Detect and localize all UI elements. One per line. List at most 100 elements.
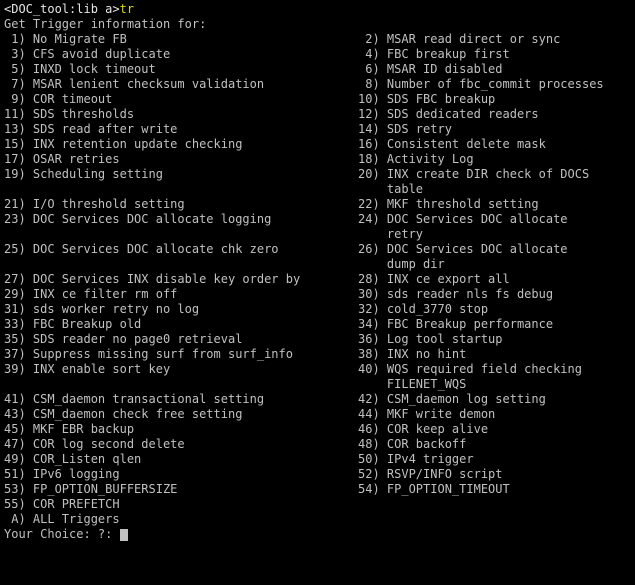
menu-item-right[interactable]: 44) MKF write demon xyxy=(358,407,495,422)
menu-row: 23) DOC Services DOC allocate logging24)… xyxy=(4,212,631,227)
menu-item-right[interactable]: 24) DOC Services DOC allocate xyxy=(358,212,568,227)
menu-item-left[interactable]: 51) IPv6 logging xyxy=(4,467,358,482)
menu-item-right[interactable]: 12) SDS dedicated readers xyxy=(358,107,539,122)
menu-row: A) ALL Triggers xyxy=(4,512,631,527)
menu-item-right[interactable]: table xyxy=(358,182,423,197)
menu-item-left[interactable]: 39) INX enable sort key xyxy=(4,362,358,377)
header-line: Get Trigger information for: xyxy=(4,17,631,32)
menu-item-left[interactable]: 23) DOC Services DOC allocate logging xyxy=(4,212,358,227)
menu-item-left[interactable]: 7) MSAR lenient checksum validation xyxy=(4,77,358,92)
menu-item-right[interactable]: 52) RSVP/INFO script xyxy=(358,467,503,482)
prompt-command: tr xyxy=(120,2,134,16)
menu-item-left[interactable]: 9) COR timeout xyxy=(4,92,358,107)
menu-item-right[interactable]: 6) MSAR ID disabled xyxy=(358,62,503,77)
menu-item-left[interactable]: 49) COR_Listen qlen xyxy=(4,452,358,467)
menu-item-left[interactable]: 1) No Migrate FB xyxy=(4,32,358,47)
menu-row: 53) FP_OPTION_BUFFERSIZE54) FP_OPTION_TI… xyxy=(4,482,631,497)
menu-item-left[interactable]: 25) DOC Services DOC allocate chk zero xyxy=(4,242,358,257)
menu-item-right[interactable]: 30) sds reader nls fs debug xyxy=(358,287,553,302)
prompt-line: <DOC_tool:lib a>tr xyxy=(4,2,631,17)
menu-row: 5) INXD lock timeout 6) MSAR ID disabled xyxy=(4,62,631,77)
menu-row: retry xyxy=(4,227,631,242)
menu-item-left[interactable]: 3) CFS avoid duplicate xyxy=(4,47,358,62)
menu-item-left[interactable]: 19) Scheduling setting xyxy=(4,167,358,182)
menu-item-right[interactable]: 32) cold_3770 stop xyxy=(358,302,488,317)
menu-row: 43) CSM_daemon check free setting44) MKF… xyxy=(4,407,631,422)
menu-item-left[interactable]: 21) I/O threshold setting xyxy=(4,197,358,212)
menu-item-left[interactable]: A) ALL Triggers xyxy=(4,512,358,527)
menu-row: 13) SDS read after write14) SDS retry xyxy=(4,122,631,137)
menu-row: 1) No Migrate FB 2) MSAR read direct or … xyxy=(4,32,631,47)
menu-item-left[interactable]: 45) MKF EBR backup xyxy=(4,422,358,437)
menu-item-right[interactable]: 54) FP_OPTION_TIMEOUT xyxy=(358,482,510,497)
menu-item-right[interactable]: 42) CSM_daemon log setting xyxy=(358,392,546,407)
menu-row: 35) SDS reader no page0 retrieval36) Log… xyxy=(4,332,631,347)
terminal-screen: <DOC_tool:lib a>tr Get Trigger informati… xyxy=(0,0,635,544)
menu-row: 49) COR_Listen qlen50) IPv4 trigger xyxy=(4,452,631,467)
menu-item-left[interactable]: 41) CSM_daemon transactional setting xyxy=(4,392,358,407)
menu-item-right[interactable]: 40) WQS required field checking xyxy=(358,362,582,377)
menu-item-left[interactable]: 5) INXD lock timeout xyxy=(4,62,358,77)
menu-item-left[interactable]: 31) sds worker retry no log xyxy=(4,302,358,317)
choice-value: ?: xyxy=(98,527,112,541)
menu-item-right[interactable]: 14) SDS retry xyxy=(358,122,452,137)
menu-item-left[interactable]: 29) INX ce filter rm off xyxy=(4,287,358,302)
menu-list: 1) No Migrate FB 2) MSAR read direct or … xyxy=(4,32,631,527)
menu-row: 41) CSM_daemon transactional setting42) … xyxy=(4,392,631,407)
menu-row: 25) DOC Services DOC allocate chk zero26… xyxy=(4,242,631,257)
menu-item-right[interactable]: retry xyxy=(358,227,423,242)
menu-item-right[interactable]: 16) Consistent delete mask xyxy=(358,137,546,152)
menu-item-right[interactable]: 34) FBC Breakup performance xyxy=(358,317,553,332)
cursor xyxy=(120,529,128,541)
menu-row: 7) MSAR lenient checksum validation 8) N… xyxy=(4,77,631,92)
menu-item-left[interactable]: 53) FP_OPTION_BUFFERSIZE xyxy=(4,482,358,497)
menu-item-right[interactable]: 20) INX create DIR check of DOCS xyxy=(358,167,589,182)
menu-item-right[interactable]: 18) Activity Log xyxy=(358,152,474,167)
menu-item-left xyxy=(4,182,358,197)
menu-item-left[interactable]: 13) SDS read after write xyxy=(4,122,358,137)
menu-row: table xyxy=(4,182,631,197)
menu-item-right[interactable]: 4) FBC breakup first xyxy=(358,47,510,62)
menu-item-left[interactable]: 43) CSM_daemon check free setting xyxy=(4,407,358,422)
menu-item-left[interactable]: 55) COR PREFETCH xyxy=(4,497,358,512)
menu-item-left[interactable]: 11) SDS thresholds xyxy=(4,107,358,122)
menu-item-right[interactable]: 46) COR keep alive xyxy=(358,422,488,437)
menu-item-left xyxy=(4,257,358,272)
menu-item-left[interactable]: 27) DOC Services INX disable key order b… xyxy=(4,272,358,287)
menu-item-right[interactable]: 10) SDS FBC breakup xyxy=(358,92,495,107)
menu-item-left xyxy=(4,377,358,392)
choice-line[interactable]: Your Choice: ?: xyxy=(4,527,631,542)
menu-item-right[interactable]: 36) Log tool startup xyxy=(358,332,503,347)
menu-row: 29) INX ce filter rm off30) sds reader n… xyxy=(4,287,631,302)
choice-label: Your Choice: xyxy=(4,527,98,541)
menu-row: 51) IPv6 logging52) RSVP/INFO script xyxy=(4,467,631,482)
menu-item-left[interactable]: 35) SDS reader no page0 retrieval xyxy=(4,332,358,347)
menu-row: 39) INX enable sort key40) WQS required … xyxy=(4,362,631,377)
menu-row: 9) COR timeout10) SDS FBC breakup xyxy=(4,92,631,107)
menu-item-right[interactable]: 28) INX ce export all xyxy=(358,272,510,287)
menu-row: 27) DOC Services INX disable key order b… xyxy=(4,272,631,287)
menu-item-left[interactable]: 17) OSAR retries xyxy=(4,152,358,167)
menu-item-left[interactable]: 15) INX retention update checking xyxy=(4,137,358,152)
menu-row: 3) CFS avoid duplicate 4) FBC breakup fi… xyxy=(4,47,631,62)
menu-item-right[interactable]: FILENET_WQS xyxy=(358,377,466,392)
menu-item-left[interactable]: 33) FBC Breakup old xyxy=(4,317,358,332)
menu-item-right[interactable]: 8) Number of fbc_commit processes xyxy=(358,77,604,92)
menu-row: FILENET_WQS xyxy=(4,377,631,392)
menu-item-left[interactable]: 47) COR log second delete xyxy=(4,437,358,452)
menu-item-right[interactable]: 26) DOC Services DOC allocate xyxy=(358,242,568,257)
menu-item-right[interactable]: 38) INX no hint xyxy=(358,347,466,362)
menu-row: dump dir xyxy=(4,257,631,272)
menu-item-right[interactable]: 2) MSAR read direct or sync xyxy=(358,32,560,47)
menu-item-right[interactable]: 22) MKF threshold setting xyxy=(358,197,539,212)
menu-row: 47) COR log second delete48) COR backoff xyxy=(4,437,631,452)
menu-item-left xyxy=(4,227,358,242)
menu-item-right[interactable]: dump dir xyxy=(358,257,445,272)
menu-item-left[interactable]: 37) Suppress missing surf from surf_info xyxy=(4,347,358,362)
menu-row: 17) OSAR retries18) Activity Log xyxy=(4,152,631,167)
menu-row: 15) INX retention update checking16) Con… xyxy=(4,137,631,152)
menu-item-right[interactable]: 48) COR backoff xyxy=(358,437,466,452)
menu-item-right[interactable]: 50) IPv4 trigger xyxy=(358,452,474,467)
menu-row: 55) COR PREFETCH xyxy=(4,497,631,512)
menu-row: 21) I/O threshold setting22) MKF thresho… xyxy=(4,197,631,212)
